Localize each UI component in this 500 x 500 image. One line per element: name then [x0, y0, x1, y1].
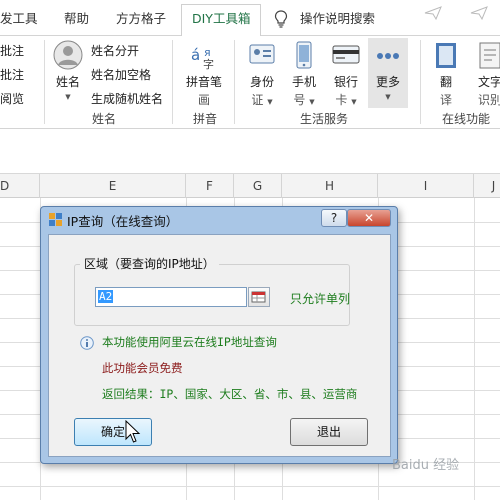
exit-button[interactable]: 退出: [290, 418, 368, 446]
ribbon-left-item[interactable]: 批注: [0, 42, 24, 59]
info-icon: [80, 336, 94, 350]
range-input[interactable]: A2: [95, 287, 247, 307]
bank-card-label-2: 卡 ▼: [335, 93, 357, 107]
translate-icon: [436, 43, 456, 68]
random-name-button[interactable]: 生成随机姓名: [91, 90, 163, 107]
lightbulb-icon: [274, 10, 288, 28]
ribbon-tab-bar: 发工具 帮助 方方格子 DIY工具箱 操作说明搜索: [0, 0, 500, 37]
id-card-label-2: 证 ▼: [251, 93, 273, 107]
more-label: 更多: [375, 75, 400, 89]
column-header[interactable]: H: [282, 174, 378, 198]
grid-line: [474, 198, 475, 500]
pinyin-button-label: 拼音笔: [185, 75, 222, 89]
group-separator: [44, 40, 45, 124]
ocr-label-2: 识别: [477, 93, 500, 107]
range-input-value: A2: [98, 290, 114, 303]
ribbon: 批注 批注 阅览 姓名 ▼ 姓名分开 姓名加空格 生成随机姓名 姓名 á я 字…: [0, 36, 500, 129]
svg-text:字: 字: [203, 57, 214, 70]
svg-text:á: á: [191, 46, 200, 64]
group-label-online: 在线功能: [442, 112, 491, 126]
info-line-result: 返回结果：IP、国家、大区、省、市、县、运营商: [102, 387, 358, 401]
ribbon-left-item[interactable]: 批注: [0, 66, 24, 83]
pinyin-icon: á я 字: [191, 46, 214, 70]
group-separator: [172, 40, 173, 124]
range-select-icon: [251, 291, 266, 303]
tab-help[interactable]: 帮助: [64, 8, 89, 30]
name-button-label: 姓名: [55, 75, 80, 89]
mobile-phone-icon: [296, 41, 312, 69]
id-card-icon: [249, 44, 275, 64]
grid-line: [0, 486, 500, 487]
name-add-space-button[interactable]: 姓名加空格: [91, 66, 151, 83]
dropdown-arrow-icon: ▼: [65, 93, 71, 101]
group-label-name: 姓名: [92, 112, 117, 126]
info-line-member: 此功能会员免费: [102, 361, 183, 375]
mobile-number-button[interactable]: 手机 号 ▼: [286, 38, 322, 108]
mobile-label: 手机: [291, 75, 316, 89]
ribbon-left-item[interactable]: 阅览: [0, 90, 24, 107]
mobile-label-2: 号 ▼: [293, 93, 315, 107]
split-name-button[interactable]: 姓名分开: [91, 42, 139, 59]
column-header[interactable]: E: [40, 174, 186, 198]
ocr-label: 文字: [477, 75, 500, 89]
dialog-titlebar[interactable]: IP查询（在线查询） ? ✕: [41, 207, 397, 233]
dropdown-arrow-icon: ▼: [385, 93, 391, 101]
ocr-text-icon: [479, 42, 500, 69]
formula-bar[interactable]: [0, 130, 500, 174]
dialog-title: IP查询（在线查询）: [67, 214, 179, 229]
id-card-label: 身份: [249, 75, 274, 89]
watermark: Baidu 经验: [392, 458, 460, 473]
id-card-button[interactable]: 身份 证 ▼: [242, 38, 282, 108]
pinyin-stroke-button[interactable]: á я 字 拼音笔 画: [180, 38, 228, 108]
person-avatar-icon: [53, 40, 83, 70]
group-label-life-services: 生活服务: [300, 112, 349, 126]
close-button[interactable]: ✕: [347, 209, 391, 227]
tell-me-search[interactable]: 操作说明搜索: [300, 8, 375, 30]
column-header-row: D E F G H I J: [0, 174, 500, 198]
bank-card-label: 银行: [333, 75, 358, 89]
tab-fangfang[interactable]: 方方格子: [116, 8, 166, 30]
paper-plane-icon: [424, 6, 442, 20]
single-column-note: 只允许单列: [290, 292, 351, 306]
column-header[interactable]: I: [378, 174, 474, 198]
paper-plane-icon: [470, 6, 488, 20]
tab-diy-toolbox[interactable]: DIY工具箱: [181, 4, 262, 37]
pinyin-button-label-2: 画: [197, 93, 210, 107]
more-dots-icon: [377, 53, 399, 59]
app-icon: [49, 213, 62, 226]
translate-button[interactable]: 翻 译: [426, 38, 466, 108]
translate-label: 翻: [439, 75, 452, 89]
range-picker-button[interactable]: [248, 287, 270, 307]
bank-card-button[interactable]: 银行 卡 ▼: [326, 38, 366, 108]
info-line-service: 本功能使用阿里云在线IP地址查询: [102, 335, 277, 349]
group-label-pinyin: 拼音: [193, 112, 218, 126]
bank-card-icon: [332, 45, 360, 64]
column-header[interactable]: G: [234, 174, 282, 198]
more-button[interactable]: 更多 ▼: [368, 38, 408, 108]
tab-developer[interactable]: 发工具: [0, 8, 38, 30]
column-header[interactable]: D: [0, 174, 40, 198]
help-button[interactable]: ?: [321, 209, 347, 227]
group-separator: [234, 40, 235, 124]
group-separator: [420, 40, 421, 124]
ocr-button[interactable]: 文字 识别: [470, 38, 500, 108]
translate-label-2: 译: [439, 93, 452, 107]
name-button[interactable]: 姓名 ▼: [48, 38, 88, 108]
column-header[interactable]: F: [186, 174, 234, 198]
column-header[interactable]: J: [474, 174, 500, 198]
mouse-cursor-icon: [125, 420, 141, 443]
range-group-label: 区域（要查询的IP地址）: [80, 255, 219, 272]
